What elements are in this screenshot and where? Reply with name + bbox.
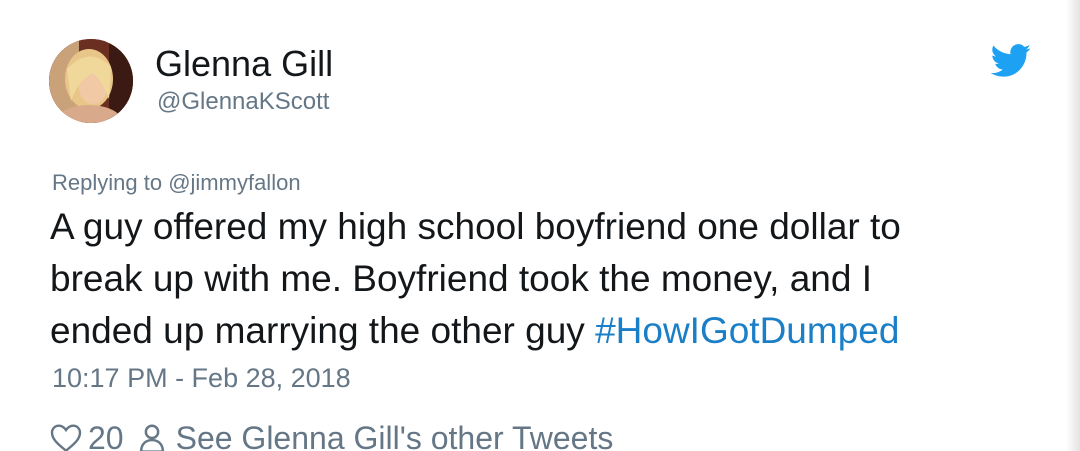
tweet-text: A guy offered my high school boyfriend o…: [50, 201, 1050, 357]
tweet-text-line: A guy offered my high school boyfriend o…: [50, 206, 901, 247]
tweet-card: Glenna Gill @GlennaKScott Replying to @j…: [0, 0, 1080, 451]
see-other-tweets-link[interactable]: See Glenna Gill's other Tweets: [176, 418, 614, 451]
like-count: 20: [88, 420, 124, 451]
person-icon: [139, 424, 164, 451]
author-handle[interactable]: @GlennaKScott: [157, 88, 329, 116]
tweet-text-line: ended up marrying the other guy: [50, 310, 585, 351]
hashtag-link[interactable]: #HowIGotDumped: [595, 310, 899, 351]
author-name[interactable]: Glenna Gill: [155, 43, 333, 85]
tweet-timestamp[interactable]: 10:17 PM - Feb 28, 2018: [52, 362, 351, 394]
replying-to: Replying to @jimmyfallon: [52, 170, 301, 196]
avatar[interactable]: [49, 39, 133, 123]
heart-icon[interactable]: [50, 423, 82, 451]
edge-shadow: [1066, 0, 1080, 451]
avatar-image: [49, 39, 133, 123]
tweet-text-line-3: ended up marrying the other guy #HowIGot…: [50, 305, 1050, 357]
tweet-text-line: break up with me. Boyfriend took the mon…: [50, 258, 872, 299]
twitter-bird-icon[interactable]: [990, 44, 1032, 78]
replying-handle-link[interactable]: @jimmyfallon: [168, 170, 300, 195]
replying-prefix: Replying to: [52, 170, 163, 195]
tweet-actions: 20 See Glenna Gill's other Tweets: [50, 418, 613, 451]
